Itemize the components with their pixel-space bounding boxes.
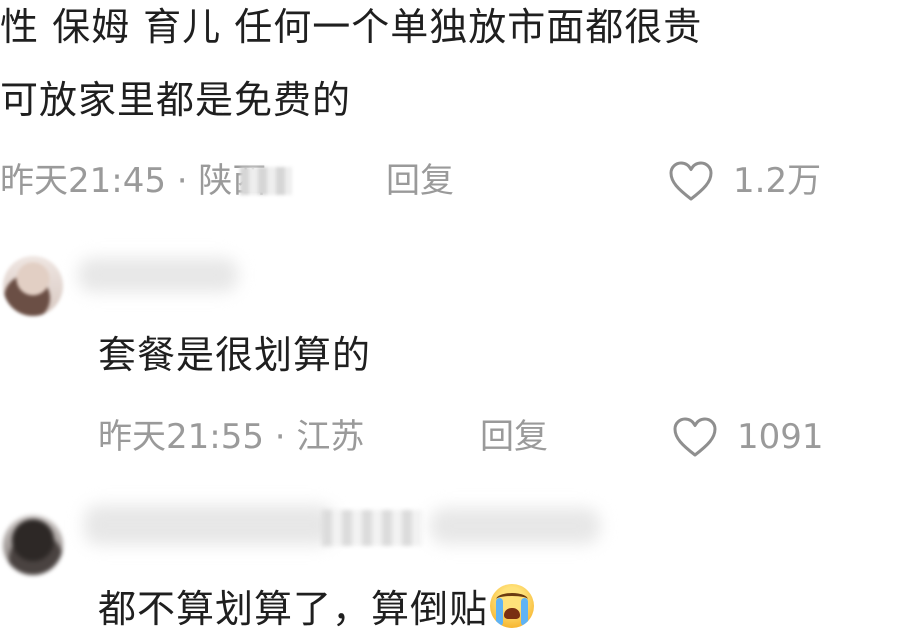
crying-face-icon: [490, 584, 535, 628]
comment-1-text-line-2: 可放家里都是免费的: [0, 78, 352, 122]
badge-redacted: [430, 508, 600, 544]
pixelated-redaction: [322, 510, 422, 546]
comment-1-text-line-1: 性 保姆 育儿 任何一个单独放市面都很贵: [0, 5, 703, 49]
comment-3-text-content: 都不算划算了，算倒贴: [98, 587, 489, 631]
username-redacted: [84, 505, 334, 545]
location-redaction: [240, 167, 292, 195]
username-redacted: [78, 258, 238, 292]
meta-separator: ·: [274, 417, 286, 457]
comment-2-reply-button[interactable]: 回复: [480, 417, 548, 457]
comment-1-meta: 昨天21:45 · 陕西: [0, 161, 266, 201]
comment-1-like-count: 1.2万: [733, 161, 822, 201]
like-icon[interactable]: [672, 416, 718, 458]
comment-1-reply-button[interactable]: 回复: [386, 161, 454, 201]
avatar[interactable]: [3, 515, 63, 575]
comment-2-time: 昨天21:55: [98, 417, 264, 457]
comment-2-location: 江苏: [296, 417, 365, 457]
comment-2-like-count: 1091: [737, 417, 824, 457]
like-icon[interactable]: [668, 160, 714, 202]
comment-2-meta: 昨天21:55 · 江苏: [98, 417, 364, 457]
comment-3-text: 都不算划算了，算倒贴: [98, 584, 535, 632]
meta-separator: ·: [176, 161, 188, 201]
comment-1-time: 昨天21:45: [0, 161, 166, 201]
comment-2-text: 套餐是很划算的: [98, 333, 372, 377]
avatar[interactable]: [3, 256, 63, 316]
